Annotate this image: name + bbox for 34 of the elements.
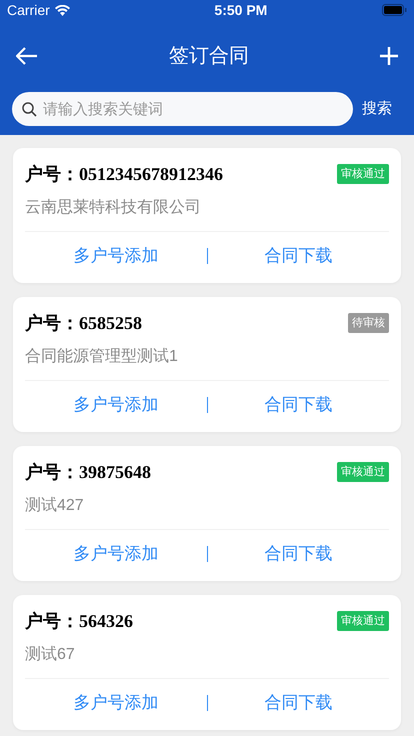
company-name: 测试427 [25,496,85,516]
download-button[interactable]: 合同下载 [264,540,332,566]
status-badge: 审核通过 [337,462,389,482]
add-accounts-button[interactable]: 多户号添加 [73,242,158,268]
add-accounts-button[interactable]: 多户号添加 [73,540,158,566]
company-name: 合同能源管理型测试1 [25,346,179,367]
company-name: 云南思莱特科技有限公司 [25,198,202,218]
account-number: 39875648 [79,460,151,484]
account-label: 户号： [25,610,79,632]
account-number: 564326 [79,610,133,632]
status-badge: 审核通过 [337,164,389,184]
download-button[interactable]: 合同下载 [264,690,332,716]
page-title: 签订合同 [169,44,249,69]
add-accounts-button[interactable]: 多户号添加 [73,690,158,716]
wifi-icon [54,4,70,16]
search-icon [22,102,37,117]
download-button[interactable]: 合同下载 [264,392,332,418]
company-name: 测试67 [25,644,76,665]
status-badge: 待审核 [348,312,389,334]
carrier-text: Carrier [7,0,50,20]
search-button[interactable]: 搜索 [361,98,393,120]
add-accounts-button[interactable]: 多户号添加 [73,392,158,418]
account-label: 户号： [25,162,79,186]
account-label: 户号： [25,460,79,484]
account-number: 6585258 [79,312,142,334]
account-label: 户号： [25,312,79,334]
download-button[interactable]: 合同下载 [264,242,332,268]
search-field[interactable]: 请输入搜索关键词 [12,92,353,126]
back-arrow-icon[interactable] [16,47,38,65]
account-number: 0512345678912346 [79,162,223,186]
status-badge: 审核通过 [337,610,389,632]
battery-icon [382,4,407,16]
clock-text: 5:50 PM [214,0,268,20]
add-icon[interactable] [380,47,398,65]
